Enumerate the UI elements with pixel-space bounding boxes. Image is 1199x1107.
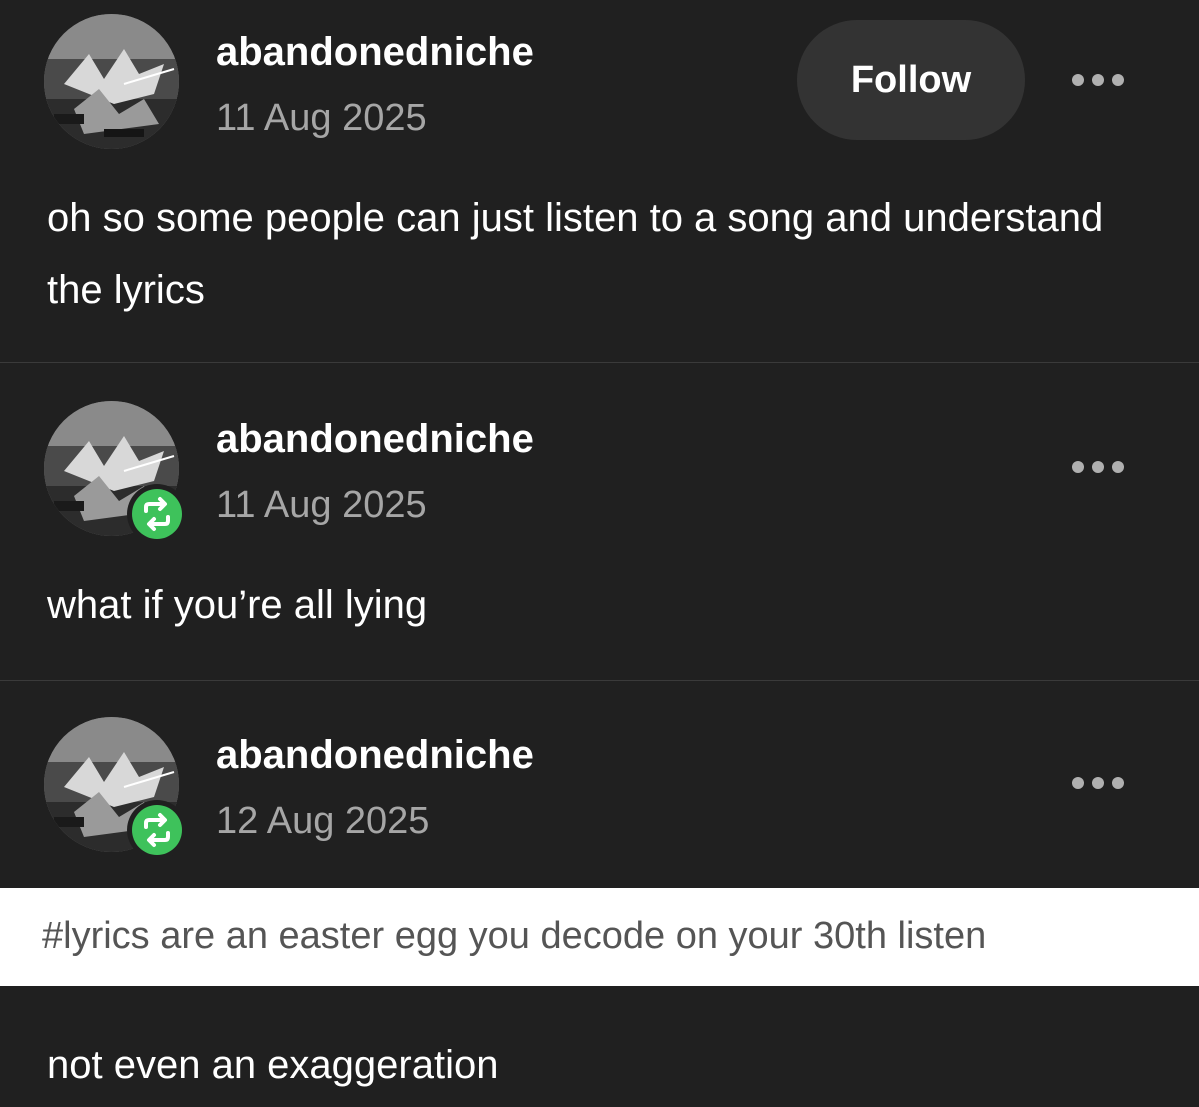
more-options-icon[interactable] [1066,68,1130,92]
avatar[interactable] [44,401,187,544]
post-date: 12 Aug 2025 [216,800,430,842]
post-body: not even an exaggeration [47,1043,499,1087]
tag-bar: #lyrics are an easter egg you decode on … [0,888,1199,986]
reblog-badge [127,800,187,860]
post-tag[interactable]: #lyrics are an easter egg you decode on … [42,912,986,960]
post-date: 11 Aug 2025 [216,484,427,526]
username[interactable]: abandonedniche [216,28,534,76]
reblog-icon [144,813,170,847]
username[interactable]: abandonedniche [216,415,534,463]
post-body: oh so some people can just listen to a s… [47,196,1104,312]
more-options-icon[interactable] [1066,455,1130,479]
post-body: what if you’re all lying [47,583,428,627]
follow-button[interactable]: Follow [797,20,1025,140]
post-date: 11 Aug 2025 [216,97,427,139]
avatar[interactable] [44,717,187,860]
reblog-badge [127,484,187,544]
post-reblog: abandonedniche 11 Aug 2025 what if you’r… [0,363,1199,680]
post-original: abandonedniche 11 Aug 2025 Follow oh so … [0,0,1199,362]
avatar-image [44,14,179,149]
more-options-icon[interactable] [1066,771,1130,795]
reblog-icon [144,497,170,531]
avatar[interactable] [44,14,179,149]
username[interactable]: abandonedniche [216,731,534,779]
